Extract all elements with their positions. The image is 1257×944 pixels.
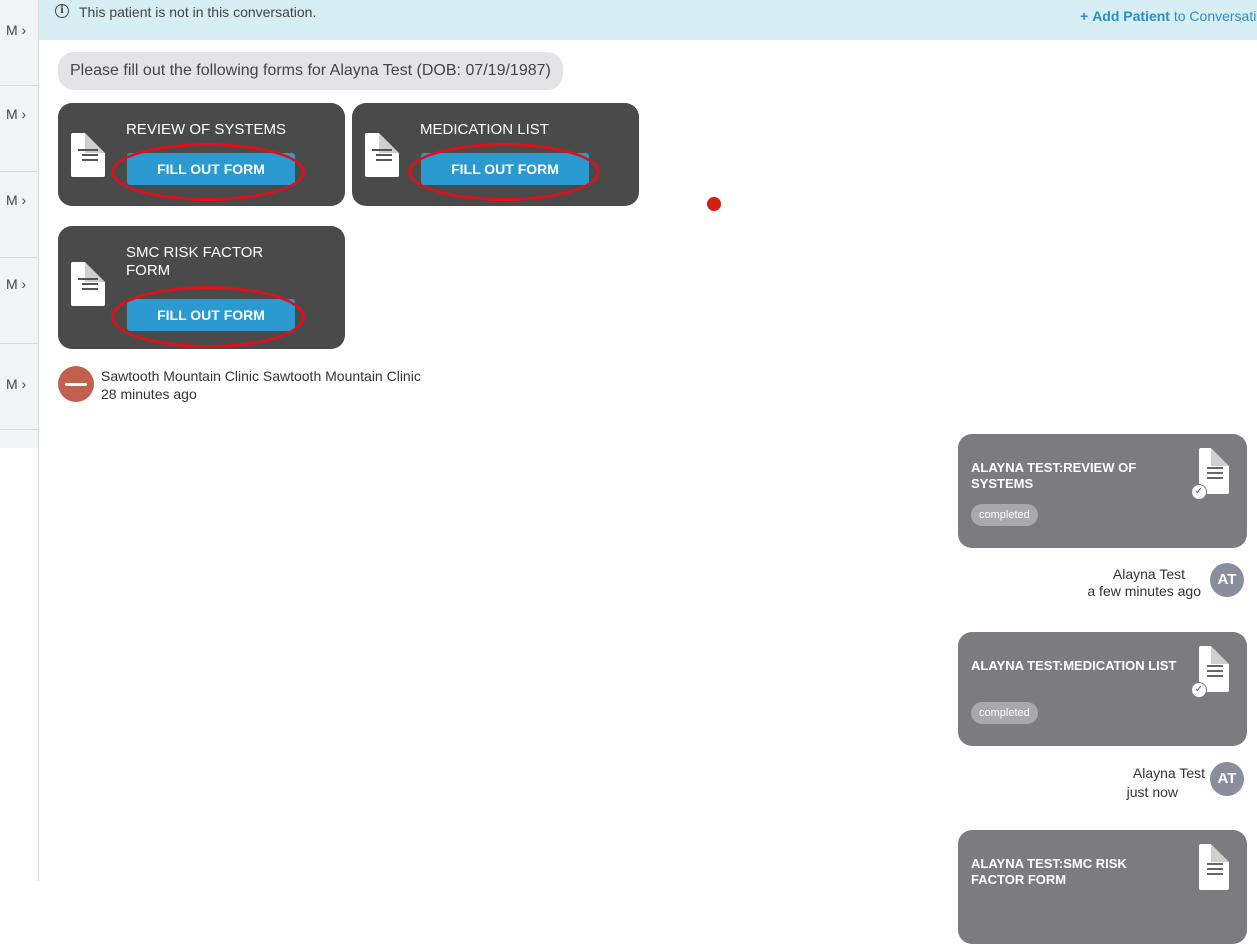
conversation-item-label: M › xyxy=(6,276,27,292)
message-time: a few minutes ago xyxy=(1087,583,1201,599)
fill-out-form-button[interactable]: FILL OUT FORM xyxy=(127,153,295,185)
completed-form-card[interactable]: ALAYNA TEST:SMC RISK FACTOR FORM xyxy=(958,830,1247,944)
conversation-list-item[interactable]: M › xyxy=(0,172,38,258)
form-title: SMC RISK FACTOR FORM xyxy=(126,244,264,279)
patient-notice-bar: i This patient is not in this conversati… xyxy=(39,0,1257,40)
clinic-avatar xyxy=(58,366,94,402)
forms-request-message: Please fill out the following forms for … xyxy=(58,52,563,90)
sender-name: Alayna Test xyxy=(1132,765,1205,781)
conversation-item-label: M › xyxy=(6,22,27,38)
completed-form-title: ALAYNA TEST:MEDICATION LIST xyxy=(971,658,1177,673)
completed-form-title: ALAYNA TEST:SMC RISK FACTOR FORM xyxy=(971,856,1127,887)
check-circle-icon: ✓ xyxy=(1191,484,1207,500)
document-icon xyxy=(365,133,399,177)
avatar: AT xyxy=(1210,762,1244,796)
message-time: 28 minutes ago xyxy=(101,386,197,402)
form-card-smc-risk-factor: SMC RISK FACTOR FORM FILL OUT FORM xyxy=(58,226,345,349)
completed-form-card[interactable]: ALAYNA TEST:REVIEW OF SYSTEMS completed … xyxy=(958,434,1247,548)
add-patient-suffix: to Conversatio xyxy=(1169,8,1257,24)
conversation-list-item[interactable]: M › xyxy=(0,86,38,172)
document-icon xyxy=(1199,844,1229,890)
fill-out-form-button[interactable]: FILL OUT FORM xyxy=(127,299,295,331)
form-card-review-of-systems: REVIEW OF SYSTEMS FILL OUT FORM xyxy=(58,103,345,206)
document-icon xyxy=(71,133,105,177)
conversation-item-label: M › xyxy=(6,192,27,208)
document-icon xyxy=(71,262,105,306)
add-patient-link[interactable]: + Add Patient to Conversatio xyxy=(1080,8,1257,24)
conversation-list-item[interactable]: M › xyxy=(0,344,38,430)
fill-out-form-button[interactable]: FILL OUT FORM xyxy=(421,153,589,185)
divider xyxy=(38,448,39,881)
message-time: just now xyxy=(1126,784,1178,800)
completed-form-card[interactable]: ALAYNA TEST:MEDICATION LIST completed ✓ xyxy=(958,632,1247,746)
add-patient-label: Add Patient xyxy=(1092,8,1170,24)
conversation-item-label: M › xyxy=(6,376,27,392)
conversation-list-item[interactable]: M › xyxy=(0,0,38,86)
conversation-list: M › M › M › M › M › xyxy=(0,0,39,448)
form-title: REVIEW OF SYSTEMS xyxy=(126,121,287,138)
form-title: MEDICATION LIST xyxy=(420,121,549,138)
status-badge: completed xyxy=(971,702,1038,724)
sender-name: Alayna Test xyxy=(1112,566,1185,582)
info-icon: i xyxy=(55,4,69,18)
completed-form-title: ALAYNA TEST:REVIEW OF SYSTEMS xyxy=(971,460,1137,491)
conversation-item-label: M › xyxy=(6,106,27,122)
check-circle-icon: ✓ xyxy=(1191,682,1207,698)
annotation-dot xyxy=(707,197,721,211)
notice-text: This patient is not in this conversation… xyxy=(79,4,317,20)
avatar: AT xyxy=(1210,563,1244,597)
status-badge: completed xyxy=(971,504,1038,526)
conversation-list-item[interactable]: M › xyxy=(0,258,38,344)
sender-name: Sawtooth Mountain Clinic Sawtooth Mounta… xyxy=(101,368,421,384)
form-card-medication-list: MEDICATION LIST FILL OUT FORM xyxy=(352,103,639,206)
plus-icon: + xyxy=(1080,8,1089,24)
